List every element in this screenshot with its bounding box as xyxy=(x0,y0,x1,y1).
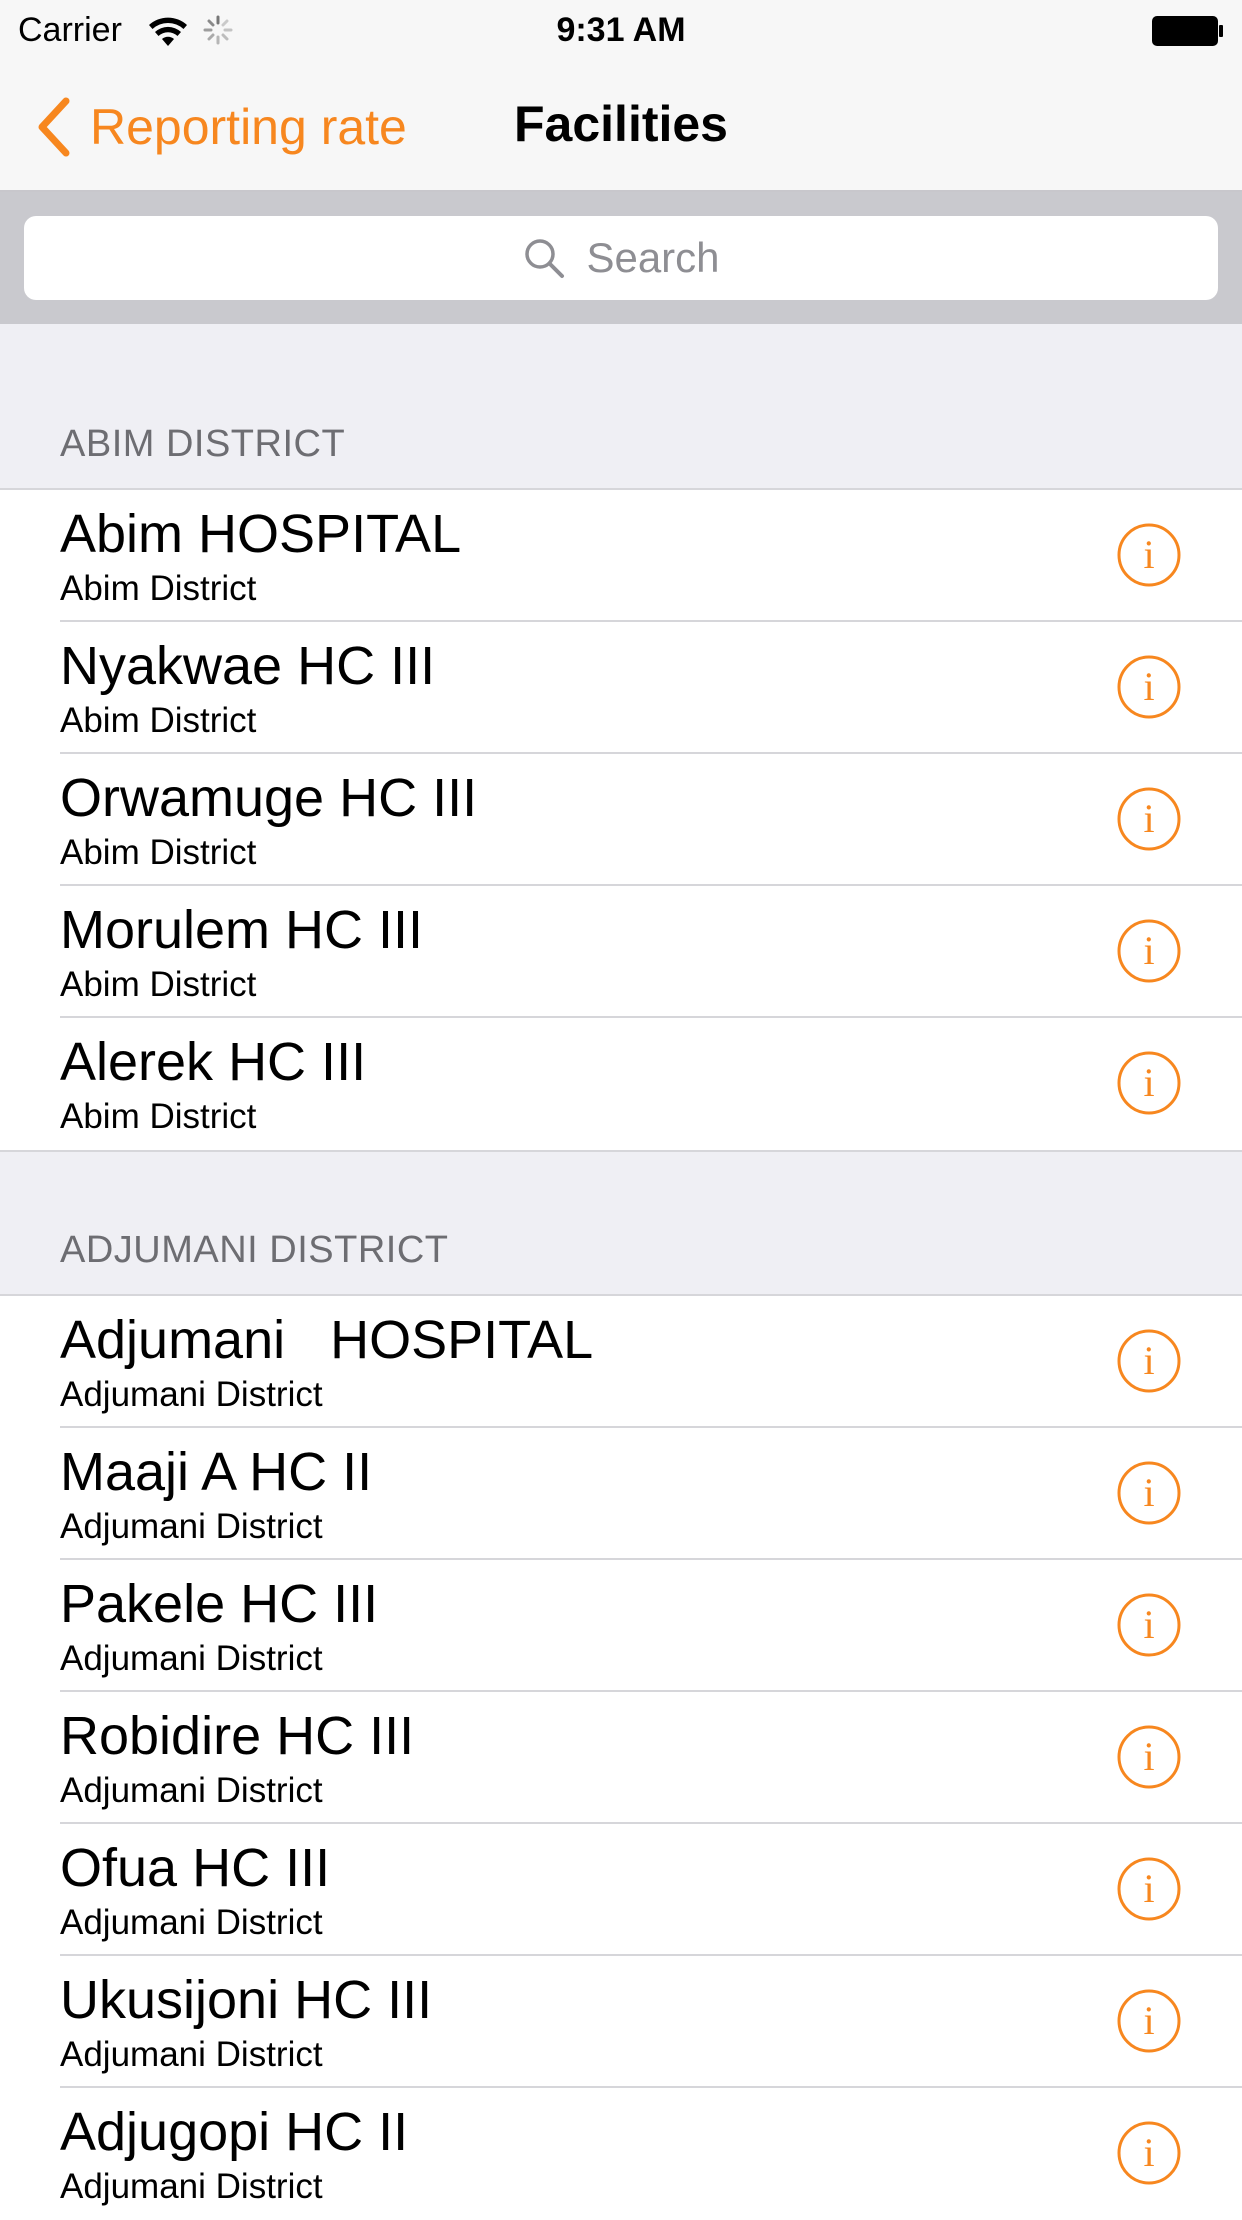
facility-district: Adjumani District xyxy=(60,1507,323,1546)
navigation-bar: Reporting rate Facilities xyxy=(0,60,1242,192)
section-header: ADJUMANI DISTRICT xyxy=(0,1150,1242,1296)
svg-text:i: i xyxy=(1143,664,1154,709)
facility-district: Abim District xyxy=(60,833,257,872)
info-icon[interactable]: i xyxy=(1116,522,1182,588)
facility-name: Adjumani HOSPITAL xyxy=(60,1310,594,1370)
info-icon[interactable]: i xyxy=(1116,786,1182,852)
svg-text:i: i xyxy=(1143,2130,1154,2175)
facility-name: Morulem HC III xyxy=(60,900,424,960)
list-item[interactable]: Morulem HC III Abim District i xyxy=(0,886,1242,1018)
search-bar: Search xyxy=(0,192,1242,324)
svg-text:i: i xyxy=(1143,1866,1154,1911)
battery-icon xyxy=(1152,16,1223,46)
section-header-label: ABIM DISTRICT xyxy=(60,423,346,465)
status-time: 9:31 AM xyxy=(556,11,686,49)
search-icon xyxy=(525,239,565,278)
info-icon[interactable]: i xyxy=(1116,1724,1182,1790)
facility-name: Ukusijoni HC III xyxy=(60,1970,433,2030)
svg-text:i: i xyxy=(1143,928,1154,973)
list-item[interactable]: Abim HOSPITAL Abim District i xyxy=(0,490,1242,622)
facility-district: Adjumani District xyxy=(60,2167,323,2206)
list-item[interactable]: Orwamuge HC III Abim District i xyxy=(0,754,1242,886)
section-header-label: ADJUMANI DISTRICT xyxy=(60,1229,449,1271)
facility-district: Adjumani District xyxy=(60,1639,323,1678)
list-item[interactable]: Nyakwae HC III Abim District i xyxy=(0,622,1242,754)
facility-district: Adjumani District xyxy=(60,1903,323,1942)
section-header: ABIM DISTRICT xyxy=(0,324,1242,490)
info-icon[interactable]: i xyxy=(1116,654,1182,720)
facility-name: Maaji A HC II xyxy=(60,1442,373,1502)
svg-text:i: i xyxy=(1143,1734,1154,1779)
facility-name: Nyakwae HC III xyxy=(60,636,436,696)
info-icon[interactable]: i xyxy=(1116,918,1182,984)
list-item[interactable]: Alerek HC III Abim District i xyxy=(0,1018,1242,1150)
facility-name: Abim HOSPITAL xyxy=(60,504,462,564)
svg-text:i: i xyxy=(1143,1060,1154,1105)
svg-text:i: i xyxy=(1143,1602,1154,1647)
list-item[interactable]: Ukusijoni HC III Adjumani District i xyxy=(0,1956,1242,2088)
svg-text:i: i xyxy=(1143,1470,1154,1515)
list-item[interactable]: Pakele HC III Adjumani District i xyxy=(0,1560,1242,1692)
info-icon[interactable]: i xyxy=(1116,1328,1182,1394)
svg-text:i: i xyxy=(1143,532,1154,577)
status-bar: Carrier 9:31 AM xyxy=(0,0,1242,60)
section-rows: Adjumani HOSPITAL Adjumani District i Ma… xyxy=(0,1296,1242,2220)
info-icon[interactable]: i xyxy=(1116,1460,1182,1526)
info-icon[interactable]: i xyxy=(1116,1856,1182,1922)
svg-text:i: i xyxy=(1143,1998,1154,2043)
facility-name: Pakele HC III xyxy=(60,1574,379,1634)
svg-text:i: i xyxy=(1143,1338,1154,1383)
page-title: Facilities xyxy=(514,96,728,152)
info-icon[interactable]: i xyxy=(1116,2120,1182,2186)
facility-name: Ofua HC III xyxy=(60,1838,331,1898)
facility-district: Adjumani District xyxy=(60,1375,323,1414)
svg-text:i: i xyxy=(1143,796,1154,841)
search-placeholder: Search xyxy=(586,234,720,281)
facility-district: Abim District xyxy=(60,701,257,740)
list-item[interactable]: Robidire HC III Adjumani District i xyxy=(0,1692,1242,1824)
info-icon[interactable]: i xyxy=(1116,1592,1182,1658)
facility-name: Alerek HC III xyxy=(60,1032,367,1092)
facility-name: Robidire HC III xyxy=(60,1706,415,1766)
list-item[interactable]: Maaji A HC II Adjumani District i xyxy=(0,1428,1242,1560)
facility-name: Orwamuge HC III xyxy=(60,768,478,828)
facility-district: Abim District xyxy=(60,965,257,1004)
section-rows: Abim HOSPITAL Abim District i Nyakwae HC… xyxy=(0,490,1242,1150)
facilities-list: ABIM DISTRICT Abim HOSPITAL Abim Distric… xyxy=(0,324,1242,2220)
facility-district: Abim District xyxy=(60,1097,257,1136)
facility-district: Abim District xyxy=(60,569,257,608)
list-item[interactable]: Adjugopi HC II Adjumani District i xyxy=(0,2088,1242,2220)
list-item[interactable]: Adjumani HOSPITAL Adjumani District i xyxy=(0,1296,1242,1428)
facility-district: Adjumani District xyxy=(60,1771,323,1810)
search-input[interactable]: Search xyxy=(24,216,1218,300)
facility-name: Adjugopi HC II xyxy=(60,2102,409,2162)
list-item[interactable]: Ofua HC III Adjumani District i xyxy=(0,1824,1242,1956)
info-icon[interactable]: i xyxy=(1116,1050,1182,1116)
facility-district: Adjumani District xyxy=(60,2035,323,2074)
info-icon[interactable]: i xyxy=(1116,1988,1182,2054)
